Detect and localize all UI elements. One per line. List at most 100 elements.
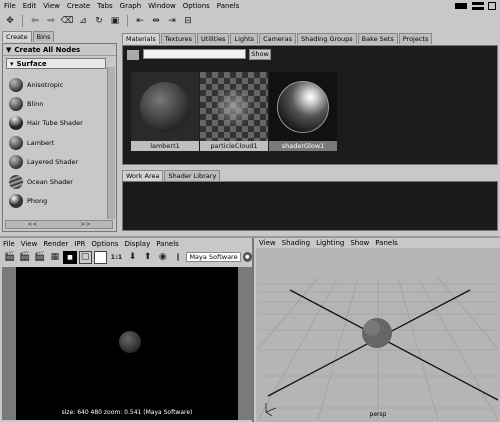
layout-top-icon[interactable] — [472, 2, 484, 5]
menu-graph[interactable]: Graph — [120, 2, 141, 10]
lambert-sphere-icon — [140, 81, 190, 132]
swatch-particlecloud1[interactable]: particleCloud1 — [200, 72, 268, 151]
menu-tabs[interactable]: Tabs — [97, 2, 113, 10]
render-menu-view[interactable]: View — [21, 240, 38, 248]
render-menu-display[interactable]: Display — [124, 240, 150, 248]
list-item[interactable]: Ocean Shader — [6, 172, 106, 191]
erase-icon[interactable]: ⌫ — [60, 15, 74, 28]
render-menu-ipr[interactable]: IPR — [74, 240, 85, 248]
swatch-icon[interactable]: ▣ — [108, 15, 122, 28]
camera-label: persp — [369, 411, 387, 418]
swatch-label: lambert1 — [131, 141, 199, 151]
tab-create[interactable]: Create — [2, 31, 32, 42]
ratio-button[interactable]: 1:1 — [109, 251, 124, 264]
keep-image-icon[interactable]: ⬇ — [126, 251, 139, 264]
scroll-left-icon[interactable]: << — [27, 221, 37, 228]
surface-section[interactable]: ▾ Surface — [6, 58, 106, 69]
node-label: Ocean Shader — [27, 177, 73, 186]
list-item[interactable]: Layered Shader — [6, 153, 106, 172]
menu-window[interactable]: Window — [148, 2, 176, 10]
arrows-icon[interactable]: ✥ — [3, 15, 17, 28]
renderer-select[interactable]: Maya Software — [186, 252, 241, 262]
toolbar-divider — [22, 15, 23, 27]
menu-options[interactable]: Options — [183, 2, 210, 10]
rgb-icon[interactable]: ■ — [63, 250, 77, 264]
layout-bottom-icon[interactable] — [472, 7, 484, 10]
layout-grid-icon[interactable] — [488, 2, 496, 10]
clear-graph-icon[interactable]: ⊟ — [181, 15, 195, 28]
menu-panels[interactable]: Panels — [217, 2, 240, 10]
swatch-lambert1[interactable]: lambert1 — [131, 72, 199, 151]
list-item[interactable]: Phong — [6, 191, 106, 210]
tab-projects[interactable]: Projects — [398, 33, 433, 44]
list-scrollbar[interactable] — [107, 67, 115, 219]
forward-icon[interactable]: ⇨ — [44, 15, 58, 28]
persp-menu-show[interactable]: Show — [350, 239, 369, 247]
tab-cameras[interactable]: Cameras — [259, 33, 296, 44]
show-button[interactable]: Show — [249, 49, 271, 60]
swatch-label: particleCloud1 — [200, 141, 268, 151]
tab-textures[interactable]: Textures — [160, 33, 196, 44]
filter-icon[interactable] — [127, 50, 139, 60]
refresh-icon[interactable]: ↻ — [92, 15, 106, 28]
horizontal-scrollbar[interactable]: << >> — [5, 220, 113, 229]
remove-image-icon[interactable]: ⬆ — [141, 251, 154, 264]
render-menu-options[interactable]: Options — [91, 240, 118, 248]
menu-view[interactable]: View — [43, 2, 60, 10]
list-item[interactable]: Blinn — [6, 94, 106, 113]
tab-bins[interactable]: Bins — [32, 31, 55, 42]
alpha-icon[interactable]: ▢ — [78, 250, 92, 264]
menu-edit[interactable]: Edit — [23, 2, 37, 10]
graph-icon[interactable]: ⊿ — [76, 15, 90, 28]
swatch-thumbnail — [131, 72, 199, 141]
back-icon[interactable]: ⇦ — [28, 15, 42, 28]
left-panel-tabs: Create Bins — [2, 31, 55, 42]
tab-lights[interactable]: Lights — [230, 33, 259, 44]
render-settings-icon[interactable]: ● — [242, 252, 252, 262]
redo-render-icon[interactable]: 🎬 — [33, 251, 46, 264]
snapshot-icon[interactable]: ◉ — [156, 251, 169, 264]
swatch-shaderglow1[interactable]: shaderGlow1 — [269, 72, 337, 151]
create-all-nodes[interactable]: ▼ Create All Nodes — [3, 44, 116, 56]
node-label: Layered Shader — [27, 158, 79, 167]
menu-file[interactable]: File — [4, 2, 16, 10]
persp-menu-view[interactable]: View — [259, 239, 276, 247]
input-connections-icon[interactable]: ⇤ — [133, 15, 147, 28]
persp-menu-shading[interactable]: Shading — [282, 239, 310, 247]
filter-input[interactable] — [143, 49, 246, 59]
persp-viewport[interactable]: persp — [258, 248, 498, 420]
create-all-label: Create All Nodes — [14, 45, 81, 54]
list-item[interactable]: Lambert — [6, 133, 106, 152]
swatch-thumbnail — [200, 72, 268, 141]
io-connections-icon[interactable]: ⇹ — [149, 15, 163, 28]
tab-shader-library[interactable]: Shader Library — [164, 170, 221, 181]
menu-create[interactable]: Create — [67, 2, 90, 10]
clapper-ipr-icon[interactable]: 🎬 — [18, 251, 31, 264]
persp-menu-lighting[interactable]: Lighting — [316, 239, 344, 247]
output-connections-icon[interactable]: ⇥ — [165, 15, 179, 28]
display-icon[interactable] — [93, 250, 108, 264]
tab-bake-sets[interactable]: Bake Sets — [357, 33, 398, 44]
list-item[interactable]: Hair Tube Shader — [6, 114, 106, 133]
list-item[interactable]: Anisotropic — [6, 75, 106, 94]
render-toolbar: 🎬 🎬 🎬 ▦ ■ ▢ 1:1 ⬇ ⬆ ◉ ‖ Maya Software ● — [0, 249, 252, 265]
swatch-label: shaderGlow1 — [269, 141, 337, 151]
pause-icon[interactable]: ‖ — [171, 251, 184, 264]
render-status: size: 640 480 zoom: 0.541 (Maya Software… — [61, 409, 193, 416]
render-menu-panels[interactable]: Panels — [156, 240, 179, 248]
region-render-icon[interactable]: ▦ — [48, 251, 61, 264]
tab-work-area[interactable]: Work Area — [122, 170, 164, 181]
clapper-icon[interactable]: 🎬 — [3, 251, 16, 264]
render-menu-render[interactable]: Render — [43, 240, 68, 248]
render-menu-file[interactable]: File — [3, 240, 15, 248]
scroll-right-icon[interactable]: >> — [80, 221, 90, 228]
work-area-canvas[interactable] — [122, 181, 498, 231]
layout-single-icon[interactable] — [455, 3, 467, 9]
persp-menu-panels[interactable]: Panels — [375, 239, 398, 247]
tab-shading-groups[interactable]: Shading Groups — [296, 33, 357, 44]
tab-utilities[interactable]: Utilities — [196, 33, 230, 44]
glow-sphere-icon — [277, 80, 329, 133]
node-label: Anisotropic — [27, 80, 64, 89]
cloud-icon — [214, 86, 254, 127]
tab-materials[interactable]: Materials — [122, 33, 160, 44]
